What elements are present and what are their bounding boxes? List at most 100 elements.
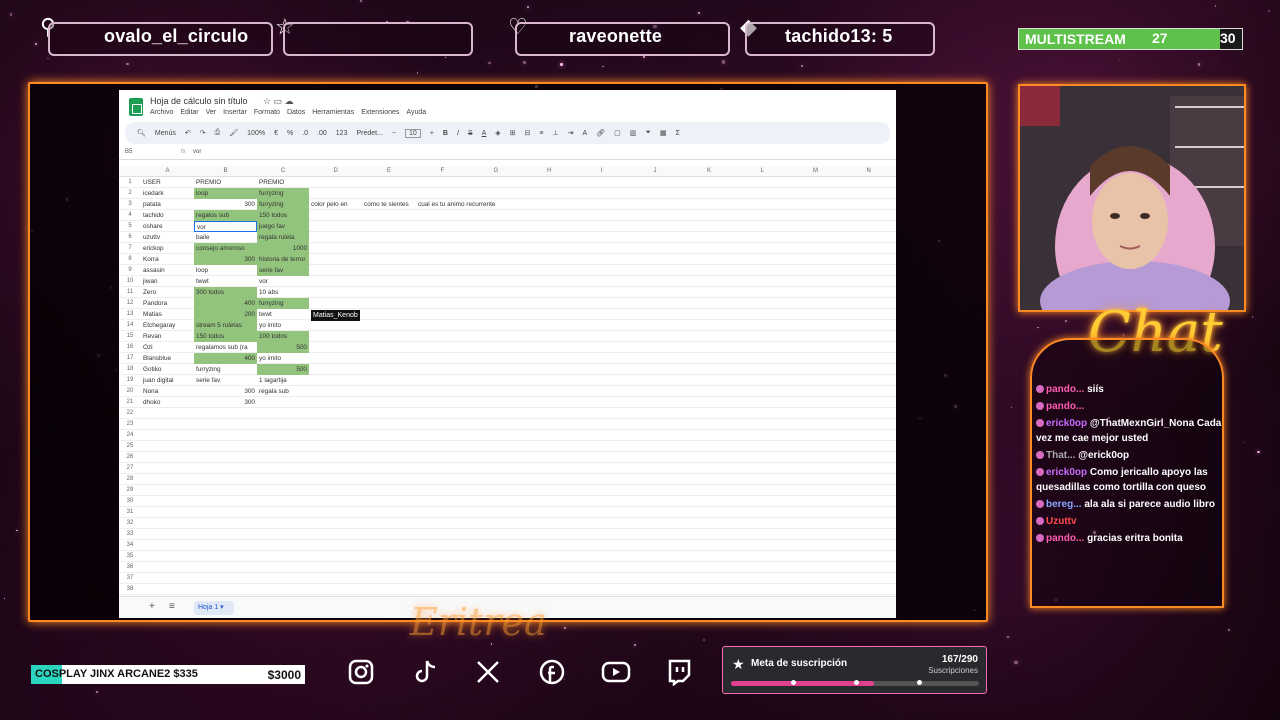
cell-a17[interactable]: Blansblue — [141, 353, 194, 364]
table-row[interactable]: 35 — [119, 551, 896, 562]
cell-b21[interactable]: 300 — [194, 397, 257, 408]
cell-f3[interactable]: cual es tu animo recurrente — [416, 199, 536, 210]
cell-a18[interactable]: Gotiko — [141, 364, 194, 375]
cell-e3[interactable]: como te sientes — [362, 199, 416, 210]
cell-a14[interactable]: Etchegaray — [141, 320, 194, 331]
table-row[interactable]: 2 icedark loop furryzing — [119, 188, 896, 199]
link-icon[interactable]: 🔗︎ — [596, 129, 605, 137]
tab-hoja-1[interactable]: Hoja 1 ▾ — [194, 601, 234, 615]
table-row[interactable]: 27 — [119, 463, 896, 474]
column-header-j[interactable]: J — [654, 168, 657, 174]
instagram-icon[interactable] — [345, 658, 377, 690]
table-row[interactable]: 8 Korra 300 historia de terror — [119, 254, 896, 265]
cell-b6[interactable]: baile — [194, 232, 257, 243]
table-row[interactable]: 22 — [119, 408, 896, 419]
comment-icon[interactable]: ▢ — [614, 129, 621, 137]
cell-c5[interactable]: juego fav — [257, 221, 309, 232]
print-icon[interactable]: ⎙ — [215, 129, 221, 137]
zoom-select[interactable]: 100% — [247, 130, 265, 137]
table-row[interactable]: 24 — [119, 430, 896, 441]
row-number[interactable]: 14 — [119, 322, 141, 328]
table-row[interactable]: 5 oshare vor juego fav — [119, 221, 896, 232]
font-select[interactable]: Predet... — [356, 130, 382, 137]
table-row[interactable]: 7 erickop consejo amoroso 1000 — [119, 243, 896, 254]
cell-b1[interactable]: PREMIO — [194, 177, 257, 188]
row-number[interactable]: 18 — [119, 366, 141, 372]
row-number[interactable]: 10 — [119, 278, 141, 284]
row-number[interactable]: 34 — [119, 542, 141, 548]
row-number[interactable]: 15 — [119, 333, 141, 339]
cell-a4[interactable]: tachido — [141, 210, 194, 221]
column-header-g[interactable]: G — [494, 168, 499, 174]
cell-a13[interactable]: Matias — [141, 309, 194, 320]
table-row[interactable]: 23 — [119, 419, 896, 430]
decimal-increase-icon[interactable]: .00 — [317, 130, 327, 137]
twitch-icon[interactable] — [663, 658, 695, 690]
column-header-c[interactable]: C — [281, 168, 285, 174]
cell-b14[interactable]: stream 5 ruletas — [194, 320, 257, 331]
row-number[interactable]: 37 — [119, 575, 141, 581]
table-row[interactable]: 34 — [119, 540, 896, 551]
table-row[interactable]: 21 dhoko 300 — [119, 397, 896, 408]
cell-b2[interactable]: loop — [194, 188, 257, 199]
row-number[interactable]: 6 — [119, 234, 141, 240]
filter-icon[interactable]: ⏷ — [645, 129, 651, 137]
row-number[interactable]: 9 — [119, 267, 141, 273]
table-row[interactable]: 26 — [119, 452, 896, 463]
table-row[interactable]: 31 — [119, 507, 896, 518]
cell-a9[interactable]: assasin — [141, 265, 194, 276]
row-number[interactable]: 24 — [119, 432, 141, 438]
table-row[interactable]: 33 — [119, 529, 896, 540]
row-number[interactable]: 5 — [119, 223, 141, 229]
cell-d3[interactable]: color pelo en — [309, 199, 362, 210]
chat-username[interactable]: erick0op — [1046, 418, 1090, 429]
cell-a10[interactable]: jiwan — [141, 276, 194, 287]
cell-c9[interactable]: serie fav — [257, 265, 309, 276]
table-row[interactable]: 11 Zero 300 todos 10 abs — [119, 287, 896, 298]
cell-b5[interactable]: vor — [194, 221, 257, 232]
menu-item-insertar[interactable]: Insertar — [223, 109, 247, 116]
cell-c19[interactable]: 1 lagartija — [257, 375, 309, 386]
chat-username[interactable]: pando... — [1046, 533, 1087, 544]
cell-c8[interactable]: historia de terror — [257, 254, 309, 265]
column-header-l[interactable]: L — [761, 168, 764, 174]
table-row[interactable]: 4 tachido regalos sub 150 todos — [119, 210, 896, 221]
chat-username[interactable]: Uzuttv — [1046, 516, 1077, 527]
table-row[interactable]: 6 uzuttv baile regala ruleta — [119, 232, 896, 243]
table-row[interactable]: 18 Gotiko furryzing 500 — [119, 364, 896, 375]
bold-icon[interactable]: B — [443, 130, 448, 137]
cell-a5[interactable]: oshare — [141, 221, 194, 232]
row-number[interactable]: 28 — [119, 476, 141, 482]
cell-b12[interactable]: 400 — [194, 298, 257, 309]
undo-icon[interactable]: ↶ — [185, 129, 191, 137]
menu-item-extensiones[interactable]: Extensiones — [361, 109, 399, 116]
rotate-icon[interactable]: A — [583, 130, 588, 137]
wrap-icon[interactable]: ⇥ — [568, 129, 574, 137]
row-number[interactable]: 29 — [119, 487, 141, 493]
cell-c20[interactable]: regala sub — [257, 386, 309, 397]
cell-a8[interactable]: Korra — [141, 254, 194, 265]
document-title[interactable]: Hoja de cálculo sin título — [150, 96, 248, 106]
cell-a21[interactable]: dhoko — [141, 397, 194, 408]
cell-a3[interactable]: patata — [141, 199, 194, 210]
table-row[interactable]: 30 — [119, 496, 896, 507]
cell-c14[interactable]: yo imito — [257, 320, 309, 331]
table-row[interactable]: 38 — [119, 584, 896, 595]
cell-b9[interactable]: loop — [194, 265, 257, 276]
filter-views-icon[interactable]: ▦ — [660, 129, 667, 137]
menu-item-ver[interactable]: Ver — [206, 109, 217, 116]
paint-format-icon[interactable]: 🖌︎ — [229, 129, 238, 137]
row-number[interactable]: 19 — [119, 377, 141, 383]
row-number[interactable]: 33 — [119, 531, 141, 537]
text-color-icon[interactable]: A — [482, 130, 487, 137]
cell-c18[interactable]: 500 — [257, 364, 309, 375]
table-row[interactable]: 1 USER PREMIO PREMIO — [119, 177, 896, 188]
strikethrough-icon[interactable]: S — [468, 130, 473, 137]
cell-c17[interactable]: yo imito — [257, 353, 309, 364]
font-size-decrease[interactable]: − — [392, 130, 396, 137]
chat-username[interactable]: pando... — [1046, 401, 1084, 412]
row-number[interactable]: 31 — [119, 509, 141, 515]
cell-b18[interactable]: furryzing — [194, 364, 257, 375]
add-sheet-icon[interactable]: + — [149, 601, 155, 612]
table-row[interactable]: 37 — [119, 573, 896, 584]
